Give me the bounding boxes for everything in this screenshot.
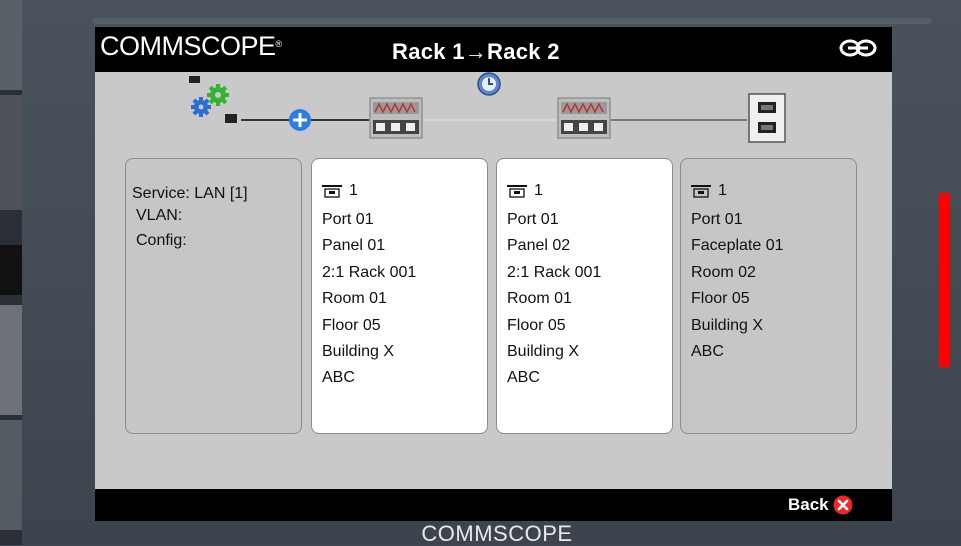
red-indicator-bar (939, 193, 950, 367)
port-icon (507, 184, 527, 198)
floor-label: Floor 05 (691, 290, 750, 308)
panel-label: Panel 01 (322, 237, 386, 255)
background-photo (0, 245, 22, 295)
bottom-brand-logo: COMMSCOPE (421, 521, 573, 546)
port-label: Port 01 (507, 211, 559, 228)
port-icon (322, 184, 342, 198)
background-left-strip (0, 0, 22, 545)
vlan-label: VLAN: (136, 207, 183, 225)
site-label: ABC (691, 343, 724, 361)
add-icon[interactable] (288, 108, 312, 132)
connector-line (423, 119, 557, 121)
port-number: 1 (349, 182, 358, 199)
bezel-edge (92, 18, 932, 24)
port-number: 1 (534, 182, 543, 199)
endpoint-card-faceplate-01[interactable]: 1 Port 01 Faceplate 01 Room 02 Floor 05 … (680, 158, 857, 434)
trademark-mark: ® (275, 39, 283, 49)
config-label: Config: (136, 231, 187, 249)
site-label: ABC (322, 369, 355, 387)
service-info-panel: Service: LAN [1] VLAN: Config: (125, 158, 302, 434)
app-screen: COMMSCOPE® Rack 1→Rack 2 Service: LAN [1… (95, 27, 892, 521)
brand-logo: COMMSCOPE® (100, 31, 282, 61)
building-label: Building X (322, 343, 395, 361)
building-label: Building X (691, 316, 764, 334)
rack-label: 2:1 Rack 001 (507, 263, 602, 281)
room-label: Room 01 (322, 290, 387, 308)
gears-icon[interactable] (187, 76, 241, 128)
background-photo (0, 420, 22, 530)
panel-label: Panel 02 (507, 237, 571, 255)
floor-label: Floor 05 (507, 316, 566, 334)
room-label: Room 02 (691, 263, 756, 281)
page-title: Rack 1→Rack 2 (392, 39, 560, 64)
port-number-row: 1 (507, 181, 672, 201)
background-photo (0, 95, 22, 210)
faceplate-icon[interactable] (747, 92, 787, 144)
connection-diagram (95, 72, 892, 152)
patch-panel-icon[interactable] (369, 92, 423, 144)
footer-bar: Back (95, 489, 892, 521)
back-button[interactable]: Back (788, 494, 853, 516)
background-photo (0, 0, 22, 90)
floor-label: Floor 05 (322, 316, 381, 334)
faceplate-label: Faceplate 01 (691, 237, 784, 255)
port-number: 1 (718, 182, 727, 199)
port-label: Port 01 (322, 211, 374, 228)
close-icon (833, 495, 853, 515)
header-bar: COMMSCOPE® Rack 1→Rack 2 (95, 27, 892, 72)
connector-line (611, 119, 747, 121)
site-label: ABC (507, 369, 540, 387)
port-icon (691, 184, 711, 198)
building-label: Building X (507, 343, 580, 361)
port-label: Port 01 (691, 211, 743, 228)
background-photo (0, 305, 22, 415)
port-number-row: 1 (691, 181, 856, 201)
port-number-row: 1 (322, 181, 487, 201)
room-label: Room 01 (507, 290, 572, 308)
connector-line (241, 119, 289, 121)
endpoint-card-panel-01[interactable]: 1 Port 01 Panel 01 2:1 Rack 001 Room 01 … (311, 158, 488, 434)
patch-panel-icon[interactable] (557, 92, 611, 144)
clock-icon[interactable] (477, 72, 501, 96)
endpoint-card-panel-02[interactable]: 1 Port 01 Panel 02 2:1 Rack 001 Room 01 … (496, 158, 673, 434)
link-icon[interactable] (835, 37, 885, 59)
connector-line (311, 119, 369, 121)
back-label: Back (788, 495, 829, 514)
rack-label: 2:1 Rack 001 (322, 263, 417, 281)
brand-name: COMMSCOPE (100, 31, 276, 61)
